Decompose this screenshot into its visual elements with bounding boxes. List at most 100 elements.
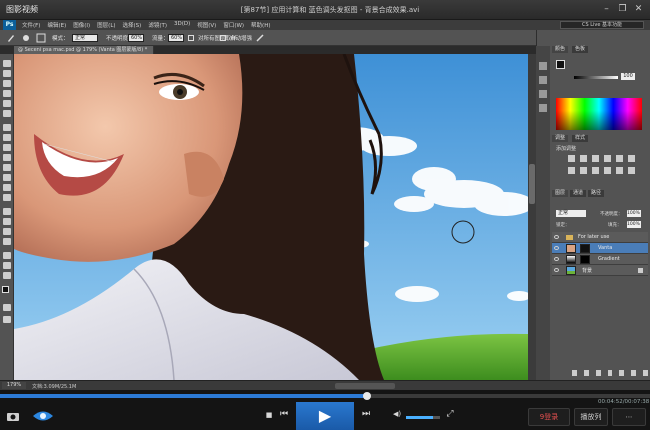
tab-color[interactable]: 颜色 (552, 46, 569, 53)
path-select-tool-icon[interactable] (3, 228, 11, 235)
layer-row-vanta[interactable]: Vanta (552, 243, 648, 254)
layer-mask-thumbnail[interactable] (580, 244, 590, 253)
video-progress-bar[interactable] (0, 392, 650, 400)
fullscreen-icon[interactable]: ⤢ (444, 409, 456, 419)
brush-panel-icon[interactable] (36, 33, 46, 43)
add-mask-icon[interactable] (595, 370, 601, 376)
color-value-field[interactable]: 100 (621, 73, 635, 80)
dodge-tool-icon[interactable] (3, 194, 11, 201)
layer-row-gradient[interactable]: Gradient (552, 254, 648, 265)
panel-foreground-swatch[interactable] (556, 60, 565, 69)
history-brush-tool-icon[interactable] (3, 154, 11, 161)
layer-opacity-field[interactable]: 100% (627, 210, 641, 217)
menu-file[interactable]: 文件(F) (22, 21, 40, 29)
brush-preset-icon[interactable] (22, 34, 30, 42)
volume-slider[interactable] (406, 416, 440, 419)
3d-rotate-tool-icon[interactable] (3, 252, 11, 259)
document-canvas[interactable] (14, 54, 528, 380)
tab-paths[interactable]: 路径 (588, 190, 605, 197)
horizontal-scroll-thumb[interactable] (335, 383, 395, 389)
tab-channels[interactable]: 通道 (570, 190, 587, 197)
visibility-eye-icon[interactable] (554, 235, 559, 239)
document-tab[interactable]: @ Seceni psa mac.psd @ 179% (Vanta 图层蒙版/… (14, 46, 154, 54)
prev-button[interactable]: ⏮ (278, 409, 290, 419)
blend-mode-select[interactable]: 正常 (556, 210, 586, 217)
vertical-scroll-thumb[interactable] (529, 164, 535, 204)
link-layers-icon[interactable] (572, 370, 577, 376)
canvas-vertical-scrollbar[interactable] (528, 54, 536, 380)
photo-filter-adjust-icon[interactable] (592, 167, 599, 174)
login-button[interactable]: 9登录 (528, 408, 570, 426)
menu-layer[interactable]: 图层(L) (97, 21, 115, 29)
hand-tool-icon[interactable] (3, 262, 11, 269)
move-tool-icon[interactable] (3, 60, 11, 67)
layer-mask-thumbnail[interactable] (580, 255, 590, 264)
play-button[interactable]: ▶ (296, 402, 354, 430)
menu-filter[interactable]: 滤镜(T) (148, 21, 167, 29)
minimize-icon[interactable]: – (600, 3, 613, 15)
healing-tool-icon[interactable] (3, 124, 11, 131)
brush-tool-icon[interactable] (6, 33, 16, 43)
visibility-eye-icon[interactable] (554, 257, 559, 261)
menu-view[interactable]: 视图(V) (197, 21, 216, 29)
zoom-tool-icon[interactable] (3, 272, 11, 279)
exposure-adjust-icon[interactable] (604, 155, 611, 162)
lasso-tool-icon[interactable] (3, 80, 11, 87)
restore-icon[interactable]: ❐ (616, 3, 629, 15)
gradient-map-adjust-icon[interactable] (628, 167, 635, 174)
tab-adjustments[interactable]: 调整 (552, 135, 569, 142)
menu-select[interactable]: 选择(S) (123, 21, 142, 29)
layer-style-icon[interactable] (583, 370, 589, 376)
brush-panel-icon[interactable] (539, 90, 547, 98)
workspace-switcher[interactable]: CS Live 基本功能 (560, 21, 644, 29)
invert-adjust-icon[interactable] (616, 167, 623, 174)
tab-styles[interactable]: 样式 (572, 135, 589, 142)
layer-row-background[interactable]: 背景 (552, 265, 648, 276)
opacity-field[interactable]: 60% (128, 34, 144, 42)
menu-image[interactable]: 图像(I) (73, 21, 90, 29)
menu-edit[interactable]: 编辑(E) (47, 21, 66, 29)
channel-mixer-adjust-icon[interactable] (604, 167, 611, 174)
pressure-icon[interactable] (256, 34, 264, 42)
screenshot-icon[interactable] (6, 410, 20, 422)
history-panel-icon[interactable] (539, 62, 547, 70)
new-layer-icon[interactable] (631, 370, 637, 376)
shape-tool-icon[interactable] (3, 238, 11, 245)
color-slider[interactable] (574, 76, 618, 79)
black-white-adjust-icon[interactable] (580, 167, 587, 174)
brightness-adjust-icon[interactable] (568, 155, 575, 162)
menu-help[interactable]: 帮助(H) (251, 21, 270, 29)
new-group-icon[interactable] (619, 370, 625, 376)
eraser-tool-icon[interactable] (3, 164, 11, 171)
sample-all-checkbox[interactable] (188, 35, 194, 41)
gradient-tool-icon[interactable] (3, 174, 11, 181)
levels-adjust-icon[interactable] (580, 155, 587, 162)
zoom-level[interactable]: 179% (2, 382, 26, 389)
adjustment-layer-icon[interactable] (607, 370, 613, 376)
quick-mask-icon[interactable] (3, 304, 11, 311)
color-spectrum[interactable] (556, 98, 642, 130)
foreground-color-swatch[interactable] (2, 286, 9, 293)
eye-mode-icon[interactable] (32, 410, 54, 422)
blur-tool-icon[interactable] (3, 184, 11, 191)
actions-panel-icon[interactable] (539, 76, 547, 84)
tab-layers[interactable]: 图层 (552, 190, 569, 197)
visibility-eye-icon[interactable] (554, 246, 559, 250)
playlist-button[interactable]: 播放列 (574, 408, 608, 426)
more-button[interactable]: ⋯ (612, 408, 646, 426)
volume-icon[interactable]: ◀) (390, 410, 404, 418)
stop-button[interactable]: ■ (264, 411, 274, 419)
layer-row-for-later-use[interactable]: For later use (552, 232, 648, 243)
trash-icon[interactable] (643, 370, 649, 376)
mode-select[interactable]: 正常 (72, 34, 98, 42)
clone-source-panel-icon[interactable] (539, 104, 547, 112)
quick-select-tool-icon[interactable] (3, 90, 11, 97)
screen-mode-icon[interactable] (3, 316, 11, 323)
marquee-tool-icon[interactable] (3, 70, 11, 77)
vibrance-adjust-icon[interactable] (616, 155, 623, 162)
eyedropper-tool-icon[interactable] (3, 110, 11, 117)
menu-3d[interactable]: 3D(D) (174, 21, 190, 29)
color-balance-adjust-icon[interactable] (568, 167, 575, 174)
flow-field[interactable]: 60% (168, 34, 184, 42)
close-icon[interactable]: ✕ (632, 3, 645, 15)
